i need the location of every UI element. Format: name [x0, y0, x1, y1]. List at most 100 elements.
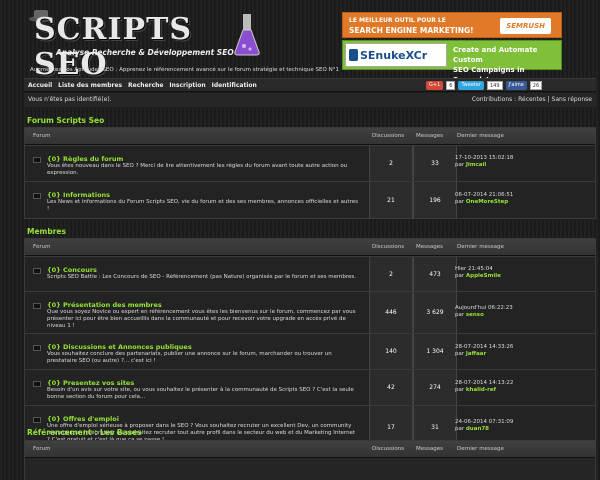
last-post-date: 17-10-2013 15:02:18: [455, 155, 514, 161]
forum-title[interactable]: {0} Informations: [47, 191, 110, 199]
forum-title[interactable]: {0} Presentez vos sites: [47, 379, 134, 387]
forum-row: {0} Presentez vos sites Besoin d'un avis…: [25, 369, 595, 405]
semrush-logo: SEMRUSH: [500, 18, 551, 34]
col-discussions: Discussions: [372, 244, 405, 250]
nav-login[interactable]: Identification: [212, 82, 257, 89]
last-post: 06-07-2014 21:06:51 par OneMoreStep: [455, 192, 595, 206]
last-post-by: par: [455, 387, 465, 393]
last-post-user[interactable]: OneMoreStep: [466, 199, 508, 205]
messages-count: 33: [413, 146, 457, 181]
messages-count: 1 304: [413, 334, 457, 369]
col-discussions: Discussions: [372, 446, 405, 452]
social-buttons: G+1 6 Tweeter 149 J'aime 26: [426, 81, 543, 90]
nav-register[interactable]: Inscription: [169, 82, 205, 89]
semrush-ad-banner[interactable]: LE MEILLEUR OUTIL POUR LE SEARCH ENGINE …: [342, 12, 562, 38]
forum-description: Que vous soyez Novice ou expert en référ…: [47, 309, 356, 329]
tweet-count: 149: [487, 81, 503, 90]
forum-row: {0} Règles du forum Vous êtes nouveau da…: [25, 145, 595, 181]
forum-description: Vous êtes nouveau dans le SEO ? Merci de…: [47, 163, 348, 176]
discussions-count: 42: [369, 370, 413, 405]
last-post-user[interactable]: duan78: [466, 426, 489, 432]
messages-count: 274: [413, 370, 457, 405]
facebook-like-count: 26: [529, 81, 543, 90]
last-post-date: 28-07-2014 14:13:22: [455, 380, 514, 386]
nav-members[interactable]: Liste des membres: [58, 82, 122, 89]
last-post: 28-07-2014 14:33:26 par Jaffaar: [455, 344, 595, 358]
col-forum: Forum: [33, 244, 51, 250]
messages-count: 473: [413, 257, 457, 291]
forum-status-icon: [33, 303, 41, 309]
last-post-date: Aujourd'hui 06:22:23: [455, 305, 513, 311]
forum-title[interactable]: {0} Concours: [47, 266, 97, 274]
nav-home[interactable]: Accueil: [28, 82, 52, 89]
col-messages: Messages: [416, 133, 443, 139]
forum-title[interactable]: {0} Présentation des membres: [47, 301, 162, 309]
forum-row: {0} Discussions et Annonces publiques Vo…: [25, 333, 595, 369]
section-title[interactable]: Forum Scripts Seo: [27, 116, 104, 125]
last-post-user[interactable]: AppleSmile: [466, 273, 501, 279]
senuke-icon: [349, 49, 358, 61]
forum-status-icon: [33, 345, 41, 351]
separator: |: [547, 96, 550, 103]
forum-title[interactable]: {0} Offres d'emploi: [47, 415, 119, 423]
flask-icon: [234, 14, 260, 56]
discussions-count: 446: [369, 292, 413, 333]
col-forum: Forum: [33, 133, 51, 139]
col-messages: Messages: [416, 244, 443, 250]
col-discussions: Discussions: [372, 133, 405, 139]
forum-title[interactable]: {0} Règles du forum: [47, 155, 123, 163]
forum-row: {0} Informations Les News et information…: [25, 181, 595, 218]
last-post-by: par: [455, 162, 465, 168]
forum-title[interactable]: {0} Discussions et Annonces publiques: [47, 343, 192, 351]
senuke-brand: SEnukeXCr: [360, 49, 428, 62]
last-post-date: 28-07-2014 14:33:26: [455, 344, 514, 350]
unanswered-link[interactable]: Sans réponse: [552, 96, 592, 103]
section-title[interactable]: Référencement : Les Bases: [27, 428, 142, 437]
discussions-count: 2: [369, 257, 413, 291]
site-logo[interactable]: SCRIPTS SEO Analyse Recherche & Développ…: [28, 8, 260, 82]
forum-status-icon: [33, 268, 41, 274]
login-status: Vous n'êtes pas identifié(e).: [28, 96, 112, 103]
last-post: 28-07-2014 14:13:22 par khalid-ref: [455, 380, 595, 394]
senuke-logo: SEnukeXCr: [345, 43, 447, 67]
forum-row: {0} Présentation des membres Que vous so…: [25, 291, 595, 333]
forum-status-icon: [33, 417, 41, 423]
col-last: Dernier message: [457, 244, 504, 250]
last-post-user[interactable]: Jimcail: [466, 162, 486, 168]
table-header: Forum Discussions Messages Dernier messa…: [25, 239, 595, 256]
last-post-user[interactable]: senso: [466, 312, 484, 318]
last-post-by: par: [455, 273, 465, 279]
gplus-button[interactable]: G+1: [426, 81, 444, 90]
table-header: Forum Discussions Messages Dernier messa…: [25, 128, 595, 145]
logo-subtitle: Analyse Recherche & Développement SEO: [56, 48, 234, 57]
nav-search[interactable]: Recherche: [128, 82, 163, 89]
forum-status-icon: [33, 157, 41, 163]
section-title[interactable]: Membres: [27, 227, 66, 236]
gplus-count: 6: [446, 81, 456, 90]
forum-status-icon: [33, 381, 41, 387]
last-post: 17-10-2013 15:02:18 par Jimcail: [455, 155, 595, 169]
status-bar: Vous n'êtes pas identifié(e). Contributi…: [24, 93, 596, 107]
forum-description: Besoin d'un avis sur votre site, ou vous…: [47, 387, 354, 400]
last-post-user[interactable]: khalid-ref: [466, 387, 496, 393]
last-post: Aujourd'hui 06:22:23 par senso: [455, 305, 595, 319]
tweet-button[interactable]: Tweeter: [458, 81, 484, 90]
discussions-count: 21: [369, 182, 413, 218]
last-post-date: Hier 21:45:04: [455, 266, 493, 272]
last-post-date: 06-07-2014 21:06:51: [455, 192, 514, 198]
facebook-like-button[interactable]: J'aime: [505, 81, 527, 90]
senuke-ad-banner[interactable]: SEnukeXCr Create and Automate Custom SEO…: [342, 40, 562, 84]
ad2-line1: Create and Automate Custom: [453, 46, 538, 64]
discussions-count: 2: [369, 146, 413, 181]
last-post-date: 24-06-2014 07:31:09: [455, 419, 514, 425]
col-last: Dernier message: [457, 446, 504, 452]
forum-row: {0} Concours Scripts SEO Battle : Les Co…: [25, 256, 595, 291]
last-post-user[interactable]: Jaffaar: [466, 351, 486, 357]
recent-link[interactable]: Récentes: [518, 96, 546, 103]
last-post-by: par: [455, 426, 465, 432]
forum-description: Les News et informations du Forum Script…: [47, 199, 358, 212]
ad1-line2: SEARCH ENGINE MARKETING!: [349, 26, 474, 35]
site-header: SCRIPTS SEO Analyse Recherche & Développ…: [0, 0, 600, 84]
col-last: Dernier message: [457, 133, 504, 139]
col-forum: Forum: [33, 446, 51, 452]
